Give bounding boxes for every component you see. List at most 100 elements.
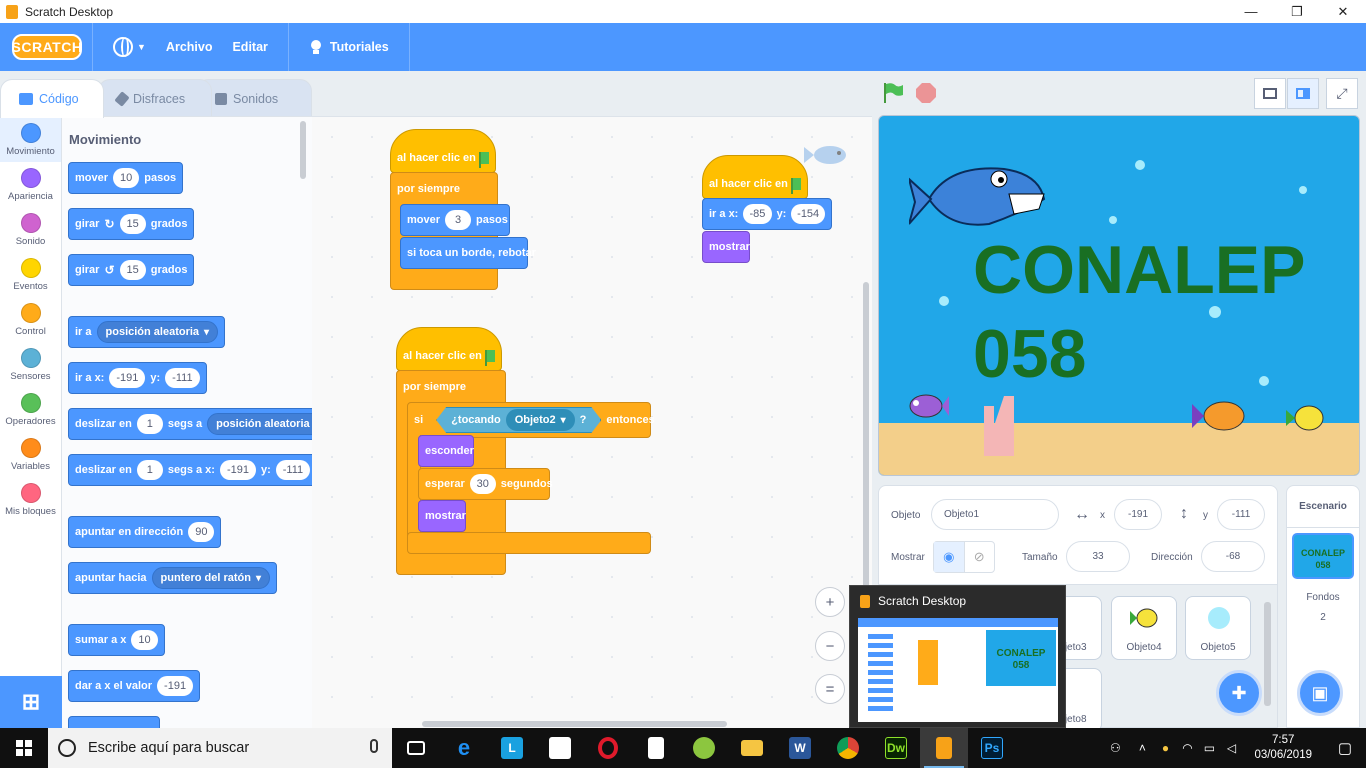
taskbar-explorer[interactable] [728, 728, 776, 768]
zoom-reset-button[interactable]: = [815, 674, 845, 704]
sprite-list-scrollbar[interactable] [1264, 602, 1271, 706]
taskbar-notepad[interactable] [632, 728, 680, 768]
stage[interactable]: CONALEP 058 [878, 115, 1360, 476]
taskbar-preview[interactable]: Scratch Desktop CONALEP 058 [849, 585, 1066, 728]
block-dar-x[interactable]: dar a x el valor -191 [68, 670, 201, 702]
task-view-button[interactable] [392, 728, 440, 768]
tray-chevron-up-icon[interactable]: ˄ [1130, 741, 1154, 755]
category-mis-bloques[interactable]: Mis bloques [0, 477, 61, 522]
block-sumar-x[interactable]: sumar a x 10 [68, 624, 165, 656]
stage-thumbnail[interactable]: CONALEP 058 [1292, 533, 1354, 579]
green-flag-button[interactable] [882, 83, 904, 103]
chrome-icon [837, 737, 859, 759]
sprite-tile[interactable]: Objeto4 [1111, 596, 1177, 660]
block-ir-a-xy[interactable]: ir a x: -85 y: -154 [702, 198, 832, 230]
block-si-entonces[interactable]: si ¿tocandoObjeto2? entonces [407, 402, 655, 438]
menu-tutoriales[interactable]: Tutoriales [299, 23, 399, 71]
sprite-name-input[interactable]: Objeto1 [931, 499, 1059, 530]
block-mostrar[interactable]: mostrar [702, 231, 750, 263]
category-eventos[interactable]: Eventos [0, 252, 61, 297]
script-hscrollbar[interactable] [422, 721, 727, 727]
stage-title-line2: 058 [973, 316, 1087, 392]
stop-button[interactable] [916, 83, 936, 103]
block-esperar[interactable]: esperar 30 segundos [418, 468, 553, 500]
block-ir-a[interactable]: ir a posición aleatoria [68, 316, 226, 348]
block-ir-a-xy[interactable]: ir a x: -191 y: -111 [68, 362, 207, 394]
category-sensores[interactable]: Sensores [0, 342, 61, 387]
menu-archivo[interactable]: Archivo [156, 23, 223, 71]
category-variables[interactable]: Variables [0, 432, 61, 477]
direction-input[interactable]: -68 [1201, 541, 1265, 572]
block-apuntar-direccion[interactable]: apuntar en dirección 90 [68, 516, 222, 548]
show-eye-icon[interactable]: ◉ [934, 542, 964, 572]
choose-sprite-button[interactable]: ✚ [1216, 670, 1262, 716]
taskbar-store[interactable] [536, 728, 584, 768]
block-deslizar-posicion[interactable]: deslizar en 1 segs a posición aleatoria [68, 408, 312, 440]
system-tray: ⚇ ˄ ● ◠ ▭ ◁ 7:57 03/06/2019 ▢ [1100, 728, 1366, 768]
hat-when-flag-clicked[interactable]: al hacer clic en [390, 129, 496, 173]
block-esconder[interactable]: esconder [418, 435, 474, 467]
maximize-button[interactable]: ❐ [1274, 0, 1320, 23]
tab-codigo[interactable]: Código [0, 79, 104, 118]
people-icon[interactable]: ⚇ [1100, 741, 1130, 755]
normal-stage-button[interactable] [1287, 78, 1319, 109]
start-button[interactable] [0, 728, 48, 768]
size-input[interactable]: 33 [1066, 541, 1130, 572]
palette-scrollbar[interactable] [300, 121, 306, 179]
category-movimiento[interactable]: Movimiento [0, 117, 61, 162]
clock[interactable]: 7:57 03/06/2019 [1242, 733, 1324, 763]
zoom-in-button[interactable]: + [815, 587, 845, 617]
taskbar-opera[interactable] [584, 728, 632, 768]
taskbar-app-green[interactable] [680, 728, 728, 768]
category-sonido[interactable]: Sonido [0, 207, 61, 252]
block-deslizar-xy[interactable]: deslizar en 1 segs a x: -191 y: -111 [68, 454, 312, 486]
tab-disfraces[interactable]: Disfraces [98, 79, 212, 117]
small-stage-button[interactable] [1254, 78, 1286, 109]
taskbar-chrome[interactable] [824, 728, 872, 768]
taskbar-scratch[interactable] [920, 728, 968, 768]
minimize-button[interactable]: — [1228, 0, 1274, 23]
add-extension-button[interactable]: ⊞ [0, 676, 62, 728]
block-partial[interactable] [68, 716, 160, 728]
sprite-tile[interactable]: Objeto5 [1185, 596, 1251, 660]
block-tocando[interactable]: ¿tocandoObjeto2? [436, 407, 601, 433]
block-mostrar[interactable]: mostrar [418, 500, 466, 532]
leaf-app-icon [693, 737, 715, 759]
close-button[interactable]: ✕ [1320, 0, 1366, 23]
fullscreen-button[interactable]: ⤢ [1326, 78, 1358, 109]
hat-when-flag-clicked[interactable]: al hacer clic en [396, 327, 502, 371]
x-input[interactable]: -191 [1114, 499, 1162, 530]
taskbar-edge[interactable]: e [440, 728, 488, 768]
scratch-logo[interactable]: SCRATCH [12, 34, 82, 60]
tray-app-icon[interactable]: ● [1154, 741, 1176, 755]
menu-editar[interactable]: Editar [222, 23, 277, 71]
network-icon[interactable]: ◠ [1176, 741, 1198, 755]
tab-sonidos[interactable]: Sonidos [196, 79, 312, 117]
block-girar-derecha[interactable]: girar ↻ 15 grados [68, 208, 195, 240]
taskbar-search[interactable]: Escribe aquí para buscar [48, 728, 392, 768]
block-mover[interactable]: mover 3 pasos [400, 204, 510, 236]
taskbar-word[interactable]: W [776, 728, 824, 768]
battery-icon[interactable]: ▭ [1198, 741, 1220, 755]
taskbar-photoshop[interactable]: Ps [968, 728, 1016, 768]
language-menu[interactable]: ▼ [103, 23, 156, 71]
hat-when-flag-clicked[interactable]: al hacer clic en [702, 155, 808, 199]
hide-eye-icon[interactable]: ⊘ [963, 542, 995, 572]
zoom-out-button[interactable]: − [815, 631, 845, 661]
block-girar-izquierda[interactable]: girar ↺ 15 grados [68, 254, 195, 286]
clock-date: 03/06/2019 [1254, 749, 1312, 761]
script-area[interactable]: al hacer clic en por siempre mover 3 pasos… [312, 116, 872, 728]
block-rebotar[interactable]: si toca un borde, rebotar [400, 237, 536, 269]
notifications-icon[interactable]: ▢ [1324, 739, 1366, 757]
category-operadores[interactable]: Operadores [0, 387, 61, 432]
block-apuntar-hacia[interactable]: apuntar hacia puntero del ratón [68, 562, 278, 594]
choose-backdrop-button[interactable]: ▣ [1297, 670, 1343, 716]
volume-icon[interactable]: ◁ [1220, 741, 1242, 755]
taskbar-dreamweaver[interactable]: Dw [872, 728, 920, 768]
fondos-count: 2 [1320, 612, 1326, 623]
category-apariencia[interactable]: Apariencia [0, 162, 61, 207]
y-input[interactable]: -111 [1217, 499, 1265, 530]
block-mover[interactable]: mover 10 pasos [68, 162, 184, 194]
category-control[interactable]: Control [0, 297, 61, 342]
taskbar-app-l[interactable]: L [488, 728, 536, 768]
